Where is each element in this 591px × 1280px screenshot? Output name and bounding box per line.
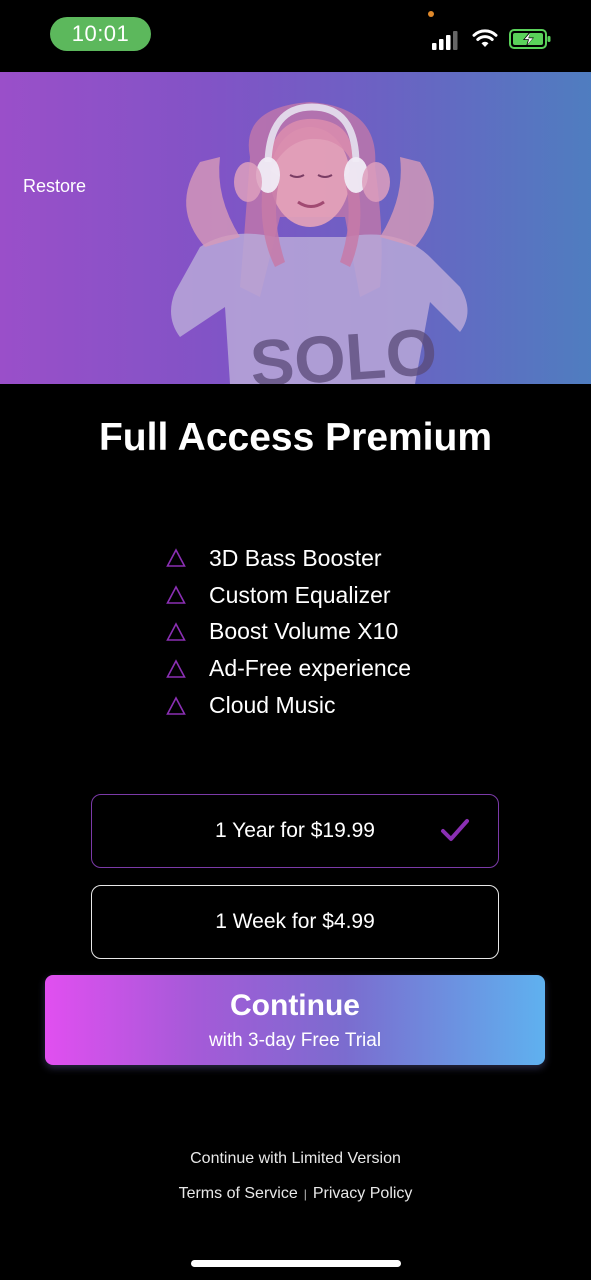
privacy-indicator-dot	[428, 11, 434, 17]
plan-option-yearly[interactable]: 1 Year for $19.99	[91, 794, 499, 868]
triangle-icon	[166, 659, 186, 678]
plan-label: 1 Year for $19.99	[215, 819, 375, 842]
status-time: 10:01	[50, 17, 151, 51]
feature-item: Cloud Music	[166, 687, 496, 724]
triangle-icon	[166, 585, 186, 604]
home-indicator[interactable]	[191, 1260, 401, 1267]
continue-sublabel: with 3-day Free Trial	[208, 1030, 382, 1051]
legal-links: Terms of Service | Privacy Policy	[0, 1185, 591, 1203]
battery-charging-icon	[509, 29, 551, 49]
terms-of-service-link[interactable]: Terms of Service	[179, 1185, 298, 1203]
feature-label: 3D Bass Booster	[209, 544, 382, 571]
wifi-icon	[472, 29, 498, 47]
plan-option-weekly[interactable]: 1 Week for $4.99	[91, 885, 499, 959]
feature-label: Ad-Free experience	[209, 655, 411, 682]
triangle-icon	[166, 622, 186, 641]
feature-item: Ad-Free experience	[166, 650, 496, 687]
continue-button[interactable]: Continue with 3-day Free Trial	[45, 975, 545, 1065]
page-title: Full Access Premium	[98, 416, 493, 459]
feature-list: 3D Bass Booster Custom Equalizer Boost V…	[166, 540, 496, 724]
hero-banner: SOLO Restore	[0, 72, 591, 384]
triangle-icon	[166, 548, 186, 568]
checkmark-icon	[441, 819, 469, 841]
privacy-policy-link[interactable]: Privacy Policy	[313, 1185, 413, 1203]
legal-separator: |	[303, 1187, 307, 1201]
plan-label: 1 Week for $4.99	[215, 910, 375, 933]
triangle-icon	[166, 695, 186, 715]
feature-item: 3D Bass Booster	[166, 540, 496, 577]
feature-item: Custom Equalizer	[166, 577, 496, 614]
feature-item: Boost Volume X10	[166, 614, 496, 651]
svg-text:SOLO: SOLO	[248, 314, 440, 384]
feature-label: Cloud Music	[209, 692, 336, 719]
signal-icon	[432, 31, 458, 50]
feature-label: Custom Equalizer	[209, 581, 391, 608]
status-bar: 10:01	[0, 0, 591, 72]
feature-label: Boost Volume X10	[209, 618, 399, 645]
continue-limited-version-link[interactable]: Continue with Limited Version	[0, 1150, 591, 1168]
woman-with-headphones-image: SOLO	[171, 102, 468, 384]
continue-label: Continue	[230, 989, 360, 1022]
restore-button[interactable]: Restore	[23, 176, 86, 197]
